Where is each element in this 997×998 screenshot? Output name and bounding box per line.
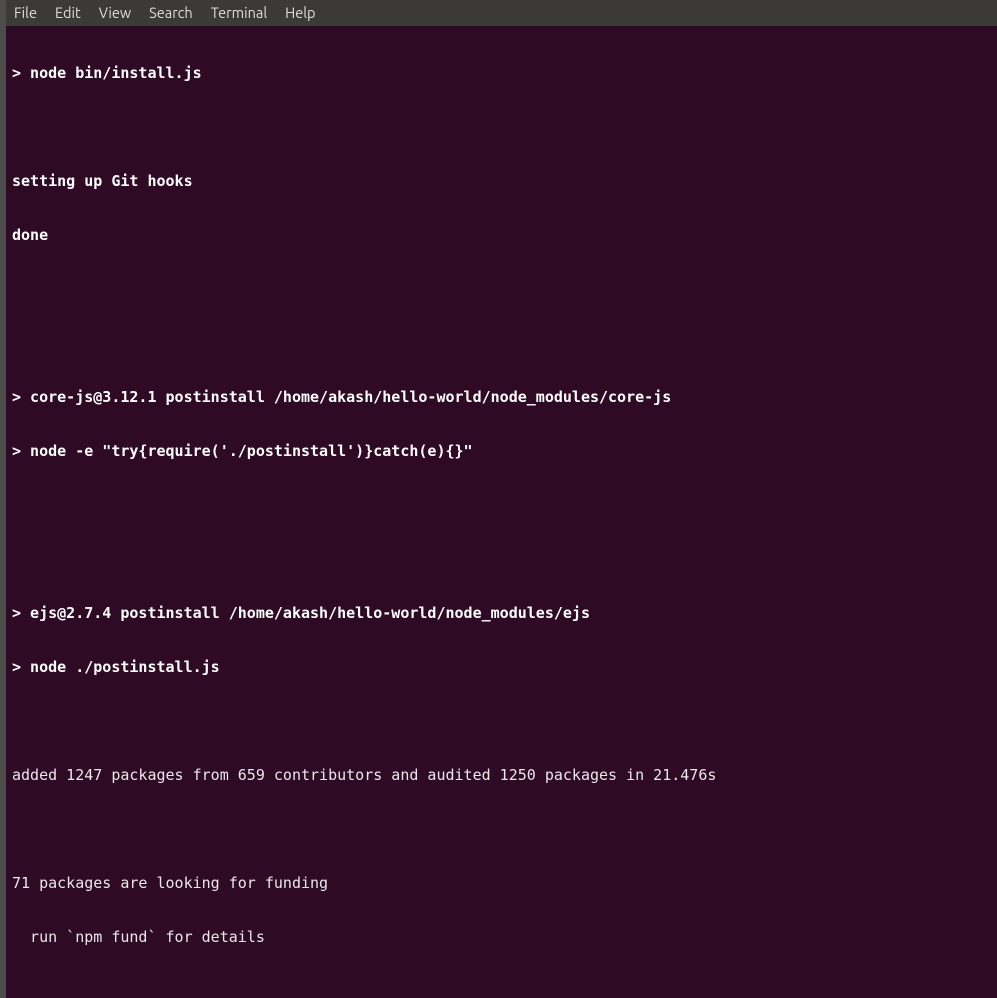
terminal-output[interactable]: > node bin/install.js setting up Git hoo…	[12, 28, 995, 998]
menu-terminal[interactable]: Terminal	[211, 4, 267, 22]
output-line: added 1247 packages from 659 contributor…	[12, 766, 995, 784]
output-line: run `npm fund` for details	[12, 928, 995, 946]
menu-search[interactable]: Search	[149, 4, 193, 22]
output-line: 71 packages are looking for funding	[12, 874, 995, 892]
menu-file[interactable]: File	[14, 4, 37, 22]
menu-edit[interactable]: Edit	[55, 4, 81, 22]
output-line	[12, 118, 995, 136]
output-line	[12, 334, 995, 352]
output-line: > node bin/install.js	[12, 64, 995, 82]
menu-view[interactable]: View	[99, 4, 131, 22]
menu-help[interactable]: Help	[285, 4, 315, 22]
output-line: done	[12, 226, 995, 244]
output-line: setting up Git hooks	[12, 172, 995, 190]
output-line: > node -e "try{require('./postinstall')}…	[12, 442, 995, 460]
menu-bar: File Edit View Search Terminal Help	[6, 0, 997, 26]
output-line: > ejs@2.7.4 postinstall /home/akash/hell…	[12, 604, 995, 622]
output-line	[12, 820, 995, 838]
output-line	[12, 712, 995, 730]
output-line: > core-js@3.12.1 postinstall /home/akash…	[12, 388, 995, 406]
output-line	[12, 550, 995, 568]
output-line	[12, 280, 995, 298]
window-border-left	[0, 0, 6, 998]
output-line	[12, 496, 995, 514]
output-line	[12, 982, 995, 998]
terminal-window: File Edit View Search Terminal Help > no…	[0, 0, 997, 998]
output-line: > node ./postinstall.js	[12, 658, 995, 676]
